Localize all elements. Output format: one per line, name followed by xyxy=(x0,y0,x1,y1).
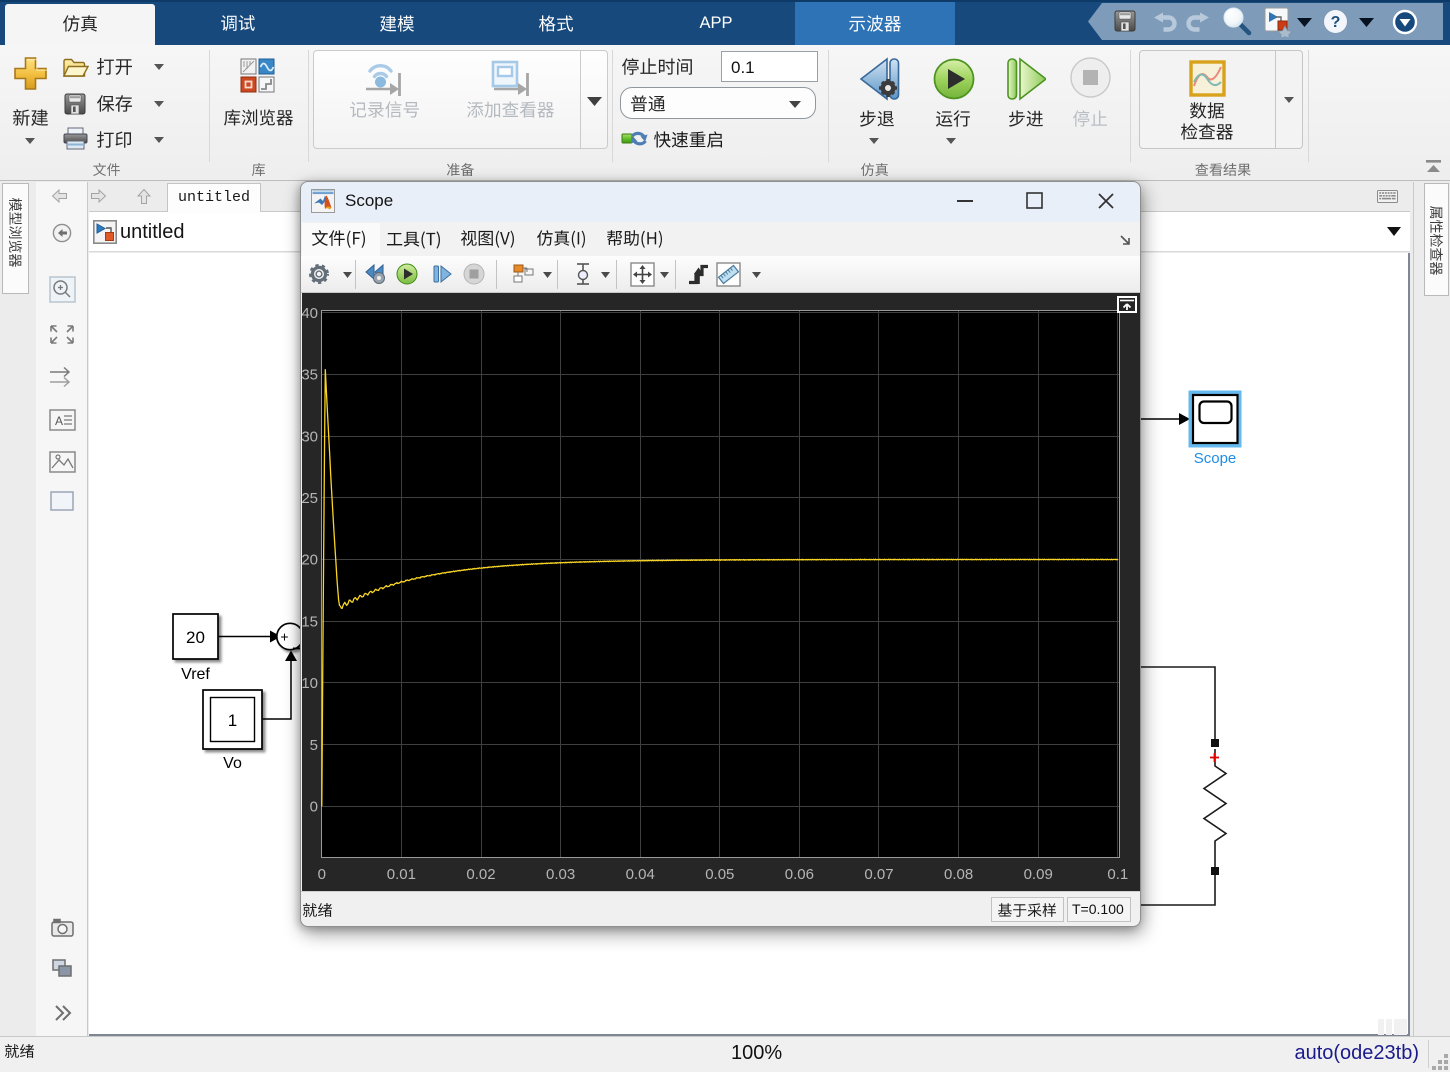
svg-text:0.1: 0.1 xyxy=(1107,866,1128,883)
svg-text:0: 0 xyxy=(318,866,326,883)
svg-text:0.06: 0.06 xyxy=(785,866,814,883)
svg-text:0.04: 0.04 xyxy=(626,866,655,883)
svg-text:30: 30 xyxy=(302,428,318,445)
svg-text:0.02: 0.02 xyxy=(466,866,495,883)
svg-text:25: 25 xyxy=(302,490,318,507)
svg-text:+: + xyxy=(280,629,288,645)
svg-text:0.07: 0.07 xyxy=(864,866,893,883)
svg-text:0.08: 0.08 xyxy=(944,866,973,883)
svg-text:0.03: 0.03 xyxy=(546,866,575,883)
svg-text:Scope: Scope xyxy=(1194,450,1237,467)
svg-text:?: ? xyxy=(1331,14,1341,31)
svg-text:5: 5 xyxy=(310,737,318,754)
svg-text:0.05: 0.05 xyxy=(705,866,734,883)
svg-text:A: A xyxy=(55,414,63,428)
svg-text:35: 35 xyxy=(302,367,318,384)
svg-text:40: 40 xyxy=(302,305,318,322)
svg-text:0.01: 0.01 xyxy=(387,866,416,883)
svg-text:1: 1 xyxy=(228,711,237,730)
svg-text:15: 15 xyxy=(302,613,318,630)
svg-text:20: 20 xyxy=(186,628,205,647)
svg-text:0.09: 0.09 xyxy=(1024,866,1053,883)
svg-text:20: 20 xyxy=(302,552,318,569)
svg-text:Vo: Vo xyxy=(223,755,242,772)
svg-text:0: 0 xyxy=(310,799,318,816)
svg-text:10: 10 xyxy=(302,675,318,692)
svg-text:Vref: Vref xyxy=(181,666,210,683)
